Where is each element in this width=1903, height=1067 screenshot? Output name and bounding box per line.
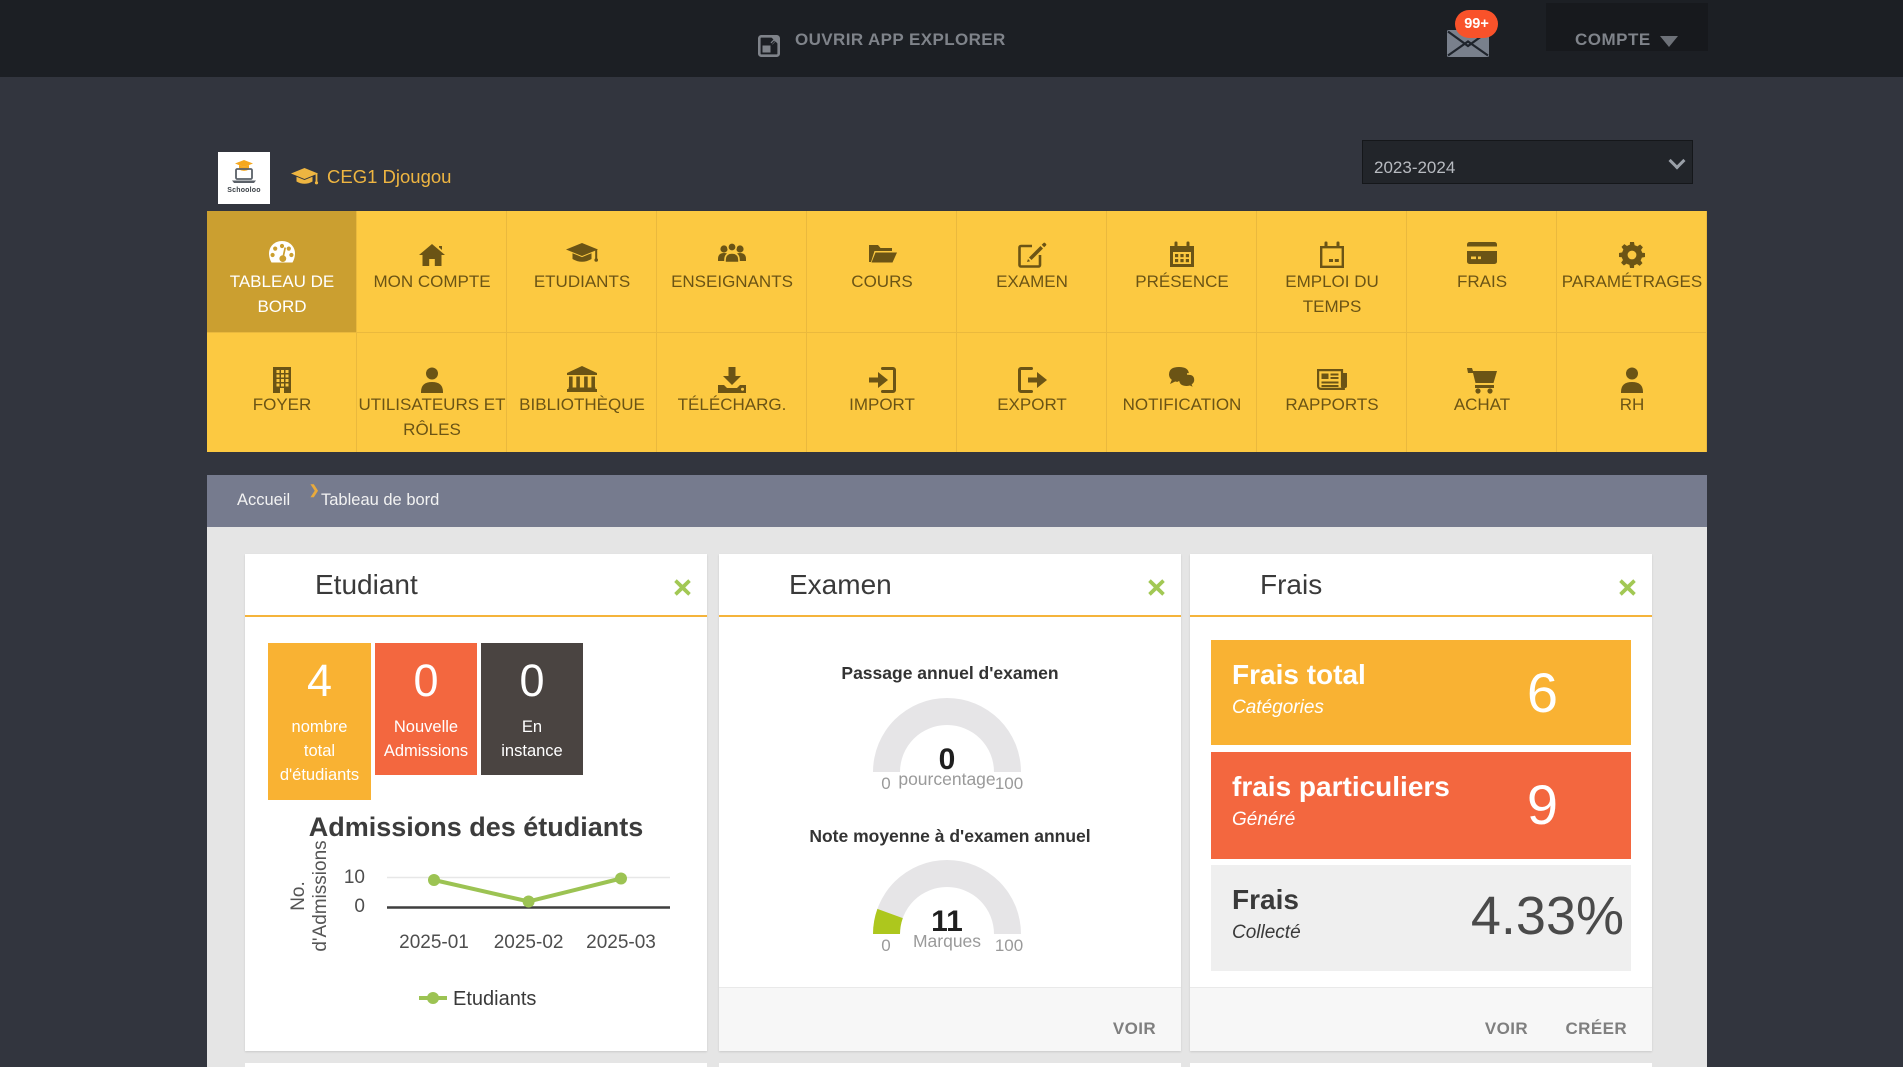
svg-text:Etudiants: Etudiants [453, 988, 536, 1010]
svg-text:0: 0 [354, 896, 365, 917]
svg-text:2025-03: 2025-03 [586, 932, 656, 953]
svg-text:100: 100 [995, 936, 1023, 955]
svg-text:2025-01: 2025-01 [399, 932, 469, 953]
svg-text:Marques: Marques [913, 931, 981, 951]
svg-text:0: 0 [881, 936, 890, 955]
svg-text:2025-02: 2025-02 [494, 932, 564, 953]
svg-text:Schooloo: Schooloo [227, 187, 261, 194]
svg-text:10: 10 [344, 867, 365, 888]
svg-text:pourcentage: pourcentage [898, 769, 995, 789]
svg-text:100: 100 [995, 774, 1023, 793]
svg-text:0: 0 [881, 774, 890, 793]
